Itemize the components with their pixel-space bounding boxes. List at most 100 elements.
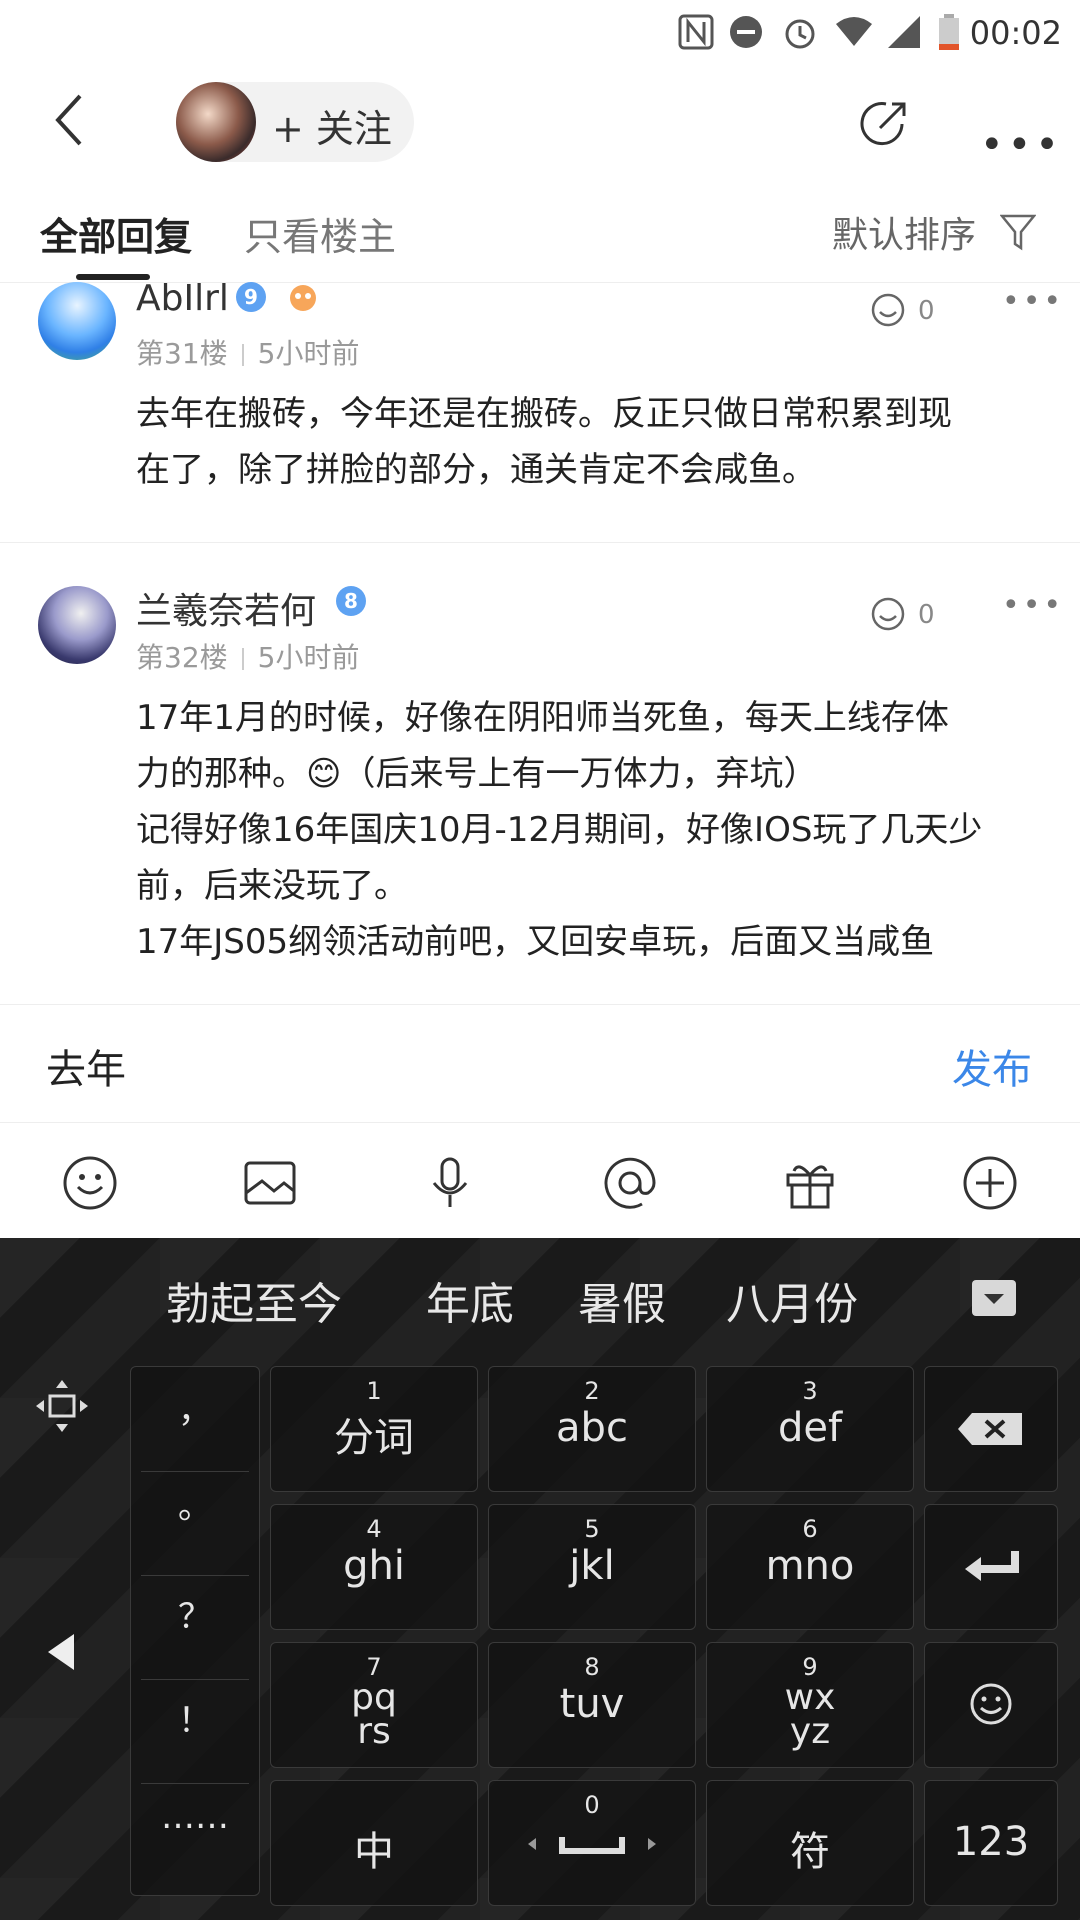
key-4[interactable]: 4 ghi [270, 1504, 478, 1630]
space-icon [528, 1837, 656, 1854]
content-line: 17年JS05纲领活动前吧，又回安卓玩，后面又当咸鱼 [136, 922, 935, 962]
filter-icon[interactable] [1000, 212, 1036, 252]
reply-input[interactable]: 去年 [46, 1037, 126, 1095]
alarm-icon [785, 19, 815, 49]
emoji-key[interactable] [924, 1642, 1058, 1768]
user-avatar[interactable] [38, 282, 116, 360]
dnd-icon [730, 16, 762, 48]
reply-post: 兰羲奈若何 8 第32楼 5小时前 0 ••• 17年1月的时候，好像在阴阳师当死… [0, 586, 1080, 1000]
backspace-key[interactable] [924, 1366, 1058, 1492]
nfc-icon [678, 14, 714, 50]
gift-icon[interactable] [780, 1153, 840, 1213]
punct-key[interactable]: …… [131, 1797, 259, 1837]
key-label: 分词 [334, 1415, 414, 1461]
level-badge: 8 [336, 586, 366, 616]
candidate[interactable]: 勃起至今 [166, 1268, 342, 1332]
share-icon[interactable] [856, 96, 912, 152]
content-line: 去年在搬砖，今年还是在搬砖。反正只做日常积累到现 [136, 394, 952, 434]
key-number: 2 [584, 1377, 600, 1405]
key-label: 中 [354, 1829, 394, 1875]
key-2[interactable]: 2 abc [488, 1366, 696, 1492]
author-avatar[interactable] [176, 82, 256, 162]
key-1[interactable]: 1 分词 [270, 1366, 478, 1492]
header: + 关注 ••• [0, 64, 1080, 182]
tab-owner-only[interactable]: 只看楼主 [244, 206, 396, 261]
enter-key[interactable] [924, 1504, 1058, 1630]
mic-icon[interactable] [420, 1153, 480, 1213]
content-line: 17年1月的时候，好像在阴阳师当死鱼，每天上线存体 [136, 698, 949, 738]
username[interactable]: 兰羲奈若何 [136, 586, 316, 634]
username[interactable]: AbIlrl [136, 278, 229, 319]
status-bar: 00:02 [0, 0, 1080, 64]
chinese-mode-key[interactable]: 中 [270, 1780, 478, 1906]
content-line: 力的那种。😊（后来号上有一万体力，弃坑） [136, 754, 818, 794]
user-avatar[interactable] [38, 586, 116, 664]
at-icon[interactable] [600, 1153, 660, 1213]
level-badge: 9 [236, 282, 266, 312]
key-number: 6 [802, 1515, 818, 1543]
publish-button[interactable]: 发布 [952, 1037, 1032, 1095]
emoji-icon[interactable] [60, 1153, 120, 1213]
punct-key[interactable]: ， [131, 1383, 259, 1432]
post-more-icon[interactable]: ••• [1002, 284, 1064, 319]
key-number: 8 [584, 1653, 600, 1681]
key-label: mno [765, 1543, 855, 1589]
content-line: 前，后来没玩了。 [136, 866, 408, 906]
plus-icon[interactable] [960, 1153, 1020, 1213]
sort-dropdown[interactable]: 默认排序 [832, 206, 976, 258]
punct-key[interactable]: ？ [131, 1589, 259, 1638]
floor-number: 第32楼 [136, 641, 228, 674]
key-7[interactable]: 7 pqrs [270, 1642, 478, 1768]
tab-all-replies[interactable]: 全部回复 [40, 206, 192, 261]
key-label: jkl [569, 1543, 615, 1589]
key-label: tuv [559, 1681, 625, 1727]
key-number: 1 [366, 1377, 382, 1405]
candidate[interactable]: 八月份 [726, 1268, 858, 1332]
numbers-key[interactable]: 123 [924, 1780, 1058, 1906]
badge-icon [290, 285, 316, 311]
smiley-icon [970, 1683, 1012, 1725]
key-number: 4 [366, 1515, 382, 1543]
more-menu-icon[interactable]: ••• [980, 122, 1063, 168]
divider [141, 1783, 249, 1784]
like-icon[interactable] [868, 594, 908, 634]
space-key[interactable]: 0 [488, 1780, 696, 1906]
key-6[interactable]: 6 mno [706, 1504, 914, 1630]
key-label: pqrs [351, 1677, 397, 1752]
key-3[interactable]: 3 def [706, 1366, 914, 1492]
key-label: ghi [343, 1543, 405, 1589]
backspace-icon [958, 1413, 1022, 1445]
post-meta: 第31楼 5小时前 [136, 332, 359, 372]
punct-key[interactable]: 。 [131, 1479, 259, 1528]
post-meta: 第32楼 5小时前 [136, 636, 359, 676]
key-8[interactable]: 8 tuv [488, 1642, 696, 1768]
reply-post: AbIlrl 9 第31楼 5小时前 0 ••• 去年在搬砖，今年还是在搬砖。反正… [0, 278, 1080, 542]
candidate[interactable]: 年底 [426, 1268, 514, 1332]
floor-number: 第31楼 [136, 337, 228, 370]
post-content: 17年1月的时候，好像在阴阳师当死鱼，每天上线存体 力的那种。😊（后来号上有一万… [136, 690, 1066, 970]
punct-key[interactable]: ！ [131, 1693, 259, 1742]
key-5[interactable]: 5 jkl [488, 1504, 696, 1630]
back-arrow-icon[interactable] [50, 90, 90, 150]
punctuation-column: ， 。 ？ ！ …… [130, 1366, 260, 1896]
post-time: 5小时前 [257, 641, 360, 674]
status-time: 00:02 [969, 14, 1062, 52]
content-line: 在了，除了拼脸的部分，通关肯定不会咸鱼。 [136, 450, 816, 490]
move-keyboard-icon[interactable] [34, 1378, 90, 1434]
post-time: 5小时前 [257, 337, 360, 370]
cursor-left-icon[interactable] [44, 1630, 80, 1674]
like-icon[interactable] [868, 290, 908, 330]
post-more-icon[interactable]: ••• [1002, 588, 1064, 623]
key-9[interactable]: 9 wxyz [706, 1642, 914, 1768]
tab-bar: 全部回复 只看楼主 默认排序 [0, 182, 1080, 283]
battery-icon [939, 14, 959, 50]
key-number: 5 [584, 1515, 600, 1543]
candidate[interactable]: 暑假 [578, 1268, 666, 1332]
follow-button[interactable]: + 关注 [272, 98, 392, 153]
key-label: abc [556, 1405, 628, 1451]
candidate-bar: 勃起至今 年底 暑假 八月份 [0, 1238, 1080, 1358]
image-icon[interactable] [240, 1153, 300, 1213]
symbols-key[interactable]: 符 [706, 1780, 914, 1906]
signal-icon [888, 16, 920, 48]
collapse-keyboard-icon[interactable] [972, 1280, 1016, 1316]
